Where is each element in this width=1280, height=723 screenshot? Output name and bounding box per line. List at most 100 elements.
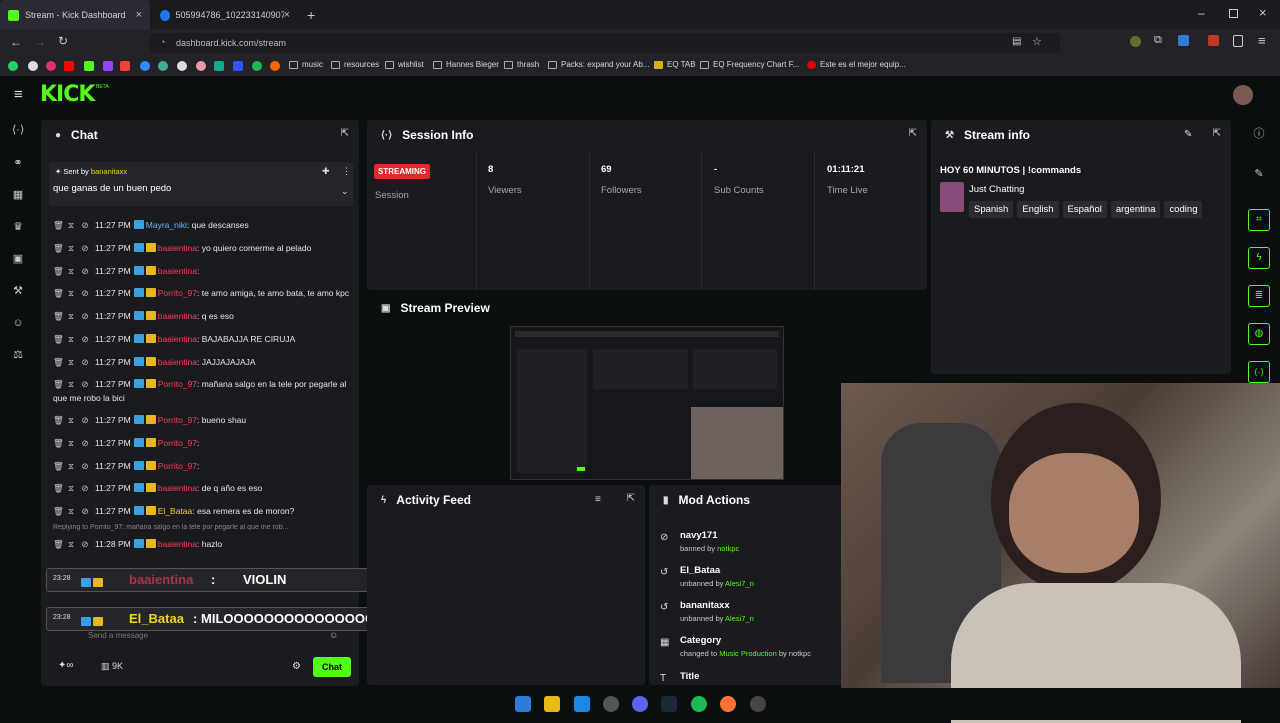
message-user[interactable]: Porrito_97 [158, 461, 197, 471]
timeout-icon[interactable]: ⧖ [67, 377, 75, 391]
message-user[interactable]: baaientina [158, 357, 197, 367]
spotify-icon[interactable] [691, 696, 707, 712]
video-icon[interactable]: ▣ [12, 253, 24, 265]
message-user[interactable]: Porrito_97 [158, 415, 197, 425]
gmail-icon[interactable] [120, 61, 130, 71]
ban-icon[interactable]: ⊘ [81, 436, 89, 450]
x-icon[interactable] [28, 61, 38, 71]
ban-icon[interactable]: ⊘ [81, 241, 89, 255]
message-user[interactable]: baaientina [158, 243, 197, 253]
delete-icon[interactable]: 🗑 [53, 309, 64, 323]
ban-icon[interactable]: ⊘ [81, 309, 89, 323]
bluesky-icon[interactable] [140, 61, 150, 71]
menu-icon[interactable]: ≡ [1258, 33, 1266, 48]
delete-icon[interactable]: 🗑 [53, 218, 64, 232]
tab-facebook[interactable]: 505994786_102233140907508 × [152, 0, 298, 30]
ban-icon[interactable]: ⊘ [81, 504, 89, 518]
extension-blue-icon[interactable] [1178, 35, 1189, 46]
bookmark-eqtab[interactable]: EQ TAB [654, 60, 696, 69]
bookmark-icon[interactable] [196, 61, 206, 71]
timeout-icon[interactable]: ⧖ [67, 537, 75, 551]
chevron-down-icon[interactable]: ⌄ [341, 186, 349, 197]
hamburger-menu-icon[interactable]: ≡ [14, 86, 23, 103]
emote-icon[interactable]: ☺ [329, 630, 338, 640]
ban-icon[interactable]: ⊘ [81, 286, 89, 300]
bookmark-thrash[interactable]: thrash [504, 60, 539, 69]
timeout-icon[interactable]: ⧖ [67, 286, 75, 300]
info-icon[interactable]: ⓘ [1253, 128, 1265, 140]
delete-icon[interactable]: 🗑 [53, 537, 64, 551]
vscode-icon[interactable] [574, 696, 590, 712]
link-icon[interactable] [158, 61, 168, 71]
timeout-icon[interactable]: ⧖ [67, 355, 75, 369]
stream-preview-video[interactable] [510, 326, 784, 480]
bookmark-resources[interactable]: resources [331, 60, 379, 69]
moderation-icon[interactable]: ⚖ [12, 349, 24, 361]
site-info-icon[interactable]: ◔ [160, 37, 165, 47]
back-icon[interactable]: ← [10, 35, 22, 49]
close-tab-icon[interactable]: × [136, 9, 142, 21]
analytics-icon[interactable]: ▦ [12, 189, 24, 201]
tag[interactable]: English [1017, 201, 1059, 218]
message-user[interactable]: Porrito_97 [158, 288, 197, 298]
reader-view-icon[interactable]: ▤ [1012, 36, 1021, 47]
delete-icon[interactable]: 🗑 [53, 377, 64, 391]
chat-bubble-icon[interactable]: ◍ [1248, 323, 1270, 345]
community-points-icon[interactable]: ✦∞ [58, 660, 74, 671]
notes-icon[interactable]: ≣ [1248, 285, 1270, 307]
stream-toggle-icon[interactable]: ⟨·⟩ [1248, 361, 1270, 383]
message-user[interactable]: Porrito_97 [158, 438, 197, 448]
bookmark-packs[interactable]: Packs: expand your Ab... [548, 60, 650, 69]
discord-icon[interactable] [632, 696, 648, 712]
extensions-puzzle-icon[interactable]: ⧉ [1154, 34, 1162, 47]
instagram-icon[interactable] [46, 61, 56, 71]
timeout-icon[interactable]: ⧖ [67, 436, 75, 450]
delete-icon[interactable]: 🗑 [53, 481, 64, 495]
app-icon[interactable] [750, 696, 766, 712]
message-user[interactable]: El_Bataa [158, 506, 193, 516]
ban-icon[interactable]: ⊘ [81, 459, 89, 473]
chat-input[interactable]: Send a message ☺ [53, 630, 349, 644]
new-tab-icon[interactable]: + [307, 7, 315, 23]
extension-red-icon[interactable] [1208, 35, 1219, 46]
popout-icon[interactable]: ⇱ [341, 128, 349, 139]
shield-icon[interactable] [1233, 35, 1243, 47]
timeout-icon[interactable]: ⧖ [67, 413, 75, 427]
bookmark-eq-chart[interactable]: EQ Frequency Chart F... [700, 60, 799, 69]
bookmark-icon[interactable] [233, 61, 243, 71]
maximize-icon[interactable] [1229, 9, 1238, 18]
tab-kick-dashboard[interactable]: Stream - Kick Dashboard × [0, 0, 150, 30]
tag[interactable]: Spanish [969, 201, 1014, 218]
file-explorer-icon[interactable] [544, 696, 560, 712]
message-user[interactable]: baaientina [158, 334, 197, 344]
ban-icon[interactable]: ⊘ [81, 481, 89, 495]
ban-icon[interactable]: ⊘ [81, 413, 89, 427]
edit-icon[interactable]: ✎ [1253, 168, 1265, 180]
ban-icon[interactable]: ⊘ [81, 537, 89, 551]
filter-icon[interactable]: ≡ [595, 494, 601, 505]
address-bar[interactable]: ◔ dashboard.kick.com/stream ▤ ☆ [150, 33, 1060, 53]
community-icon[interactable]: ☺ [12, 317, 24, 329]
timeout-icon[interactable]: ⧖ [67, 481, 75, 495]
message-user[interactable]: baaientina [158, 311, 197, 321]
clip-icon[interactable]: ⌗ [1248, 209, 1270, 231]
ban-icon[interactable]: ⊘ [81, 332, 89, 346]
extension-icon[interactable] [1130, 36, 1141, 47]
stream-icon[interactable]: ⟨·⟩ [12, 124, 24, 136]
timeout-icon[interactable]: ⧖ [67, 241, 75, 255]
spotify-icon[interactable] [252, 61, 262, 71]
lightning-icon[interactable]: ϟ [1248, 247, 1270, 269]
tag[interactable]: argentina [1110, 201, 1161, 218]
delete-icon[interactable]: 🗑 [53, 286, 64, 300]
delete-icon[interactable]: 🗑 [53, 264, 64, 278]
ban-icon[interactable]: ⊘ [81, 264, 89, 278]
windows-start-icon[interactable] [515, 696, 531, 712]
chat-send-button[interactable]: Chat [313, 657, 351, 677]
forward-icon[interactable]: → [34, 35, 46, 49]
kick-icon[interactable] [84, 61, 94, 71]
link-icon[interactable]: ⚭ [12, 157, 24, 169]
timeout-icon[interactable]: ⧖ [67, 332, 75, 346]
delete-icon[interactable]: 🗑 [53, 332, 64, 346]
tag[interactable]: coding [1164, 201, 1203, 218]
message-user[interactable]: Mayra_niki [146, 220, 187, 230]
